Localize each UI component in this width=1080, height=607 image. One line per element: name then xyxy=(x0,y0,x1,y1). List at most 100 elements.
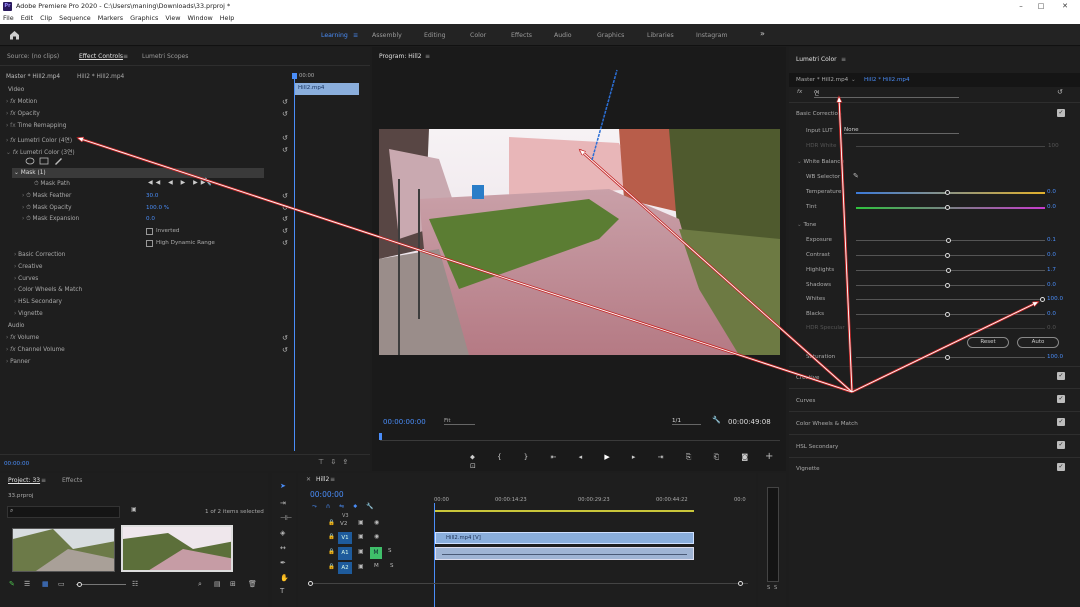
playhead-handle[interactable] xyxy=(292,73,297,79)
vignette-header[interactable]: Vignette xyxy=(796,466,820,472)
input-lut-dropdown[interactable]: None xyxy=(844,127,959,134)
lumetri-master[interactable]: Master * Hill2.mp4 xyxy=(796,77,848,83)
tab-project[interactable]: Project: 33 xyxy=(8,477,40,484)
saturation-slider[interactable] xyxy=(856,357,1045,358)
type-icon[interactable]: T xyxy=(280,587,284,595)
zoom-slider[interactable] xyxy=(76,584,126,585)
timeline-tools[interactable]: ⤳∩⇋⬥🔧 xyxy=(312,503,383,511)
reset-icon[interactable]: ↺ xyxy=(282,334,288,342)
sync-lock-icon[interactable]: ▣ xyxy=(358,533,364,540)
workspace-assembly[interactable]: Assembly xyxy=(372,32,402,39)
maximize-icon[interactable]: □ xyxy=(1030,0,1052,12)
blacks-value[interactable]: 0.0 xyxy=(1047,311,1056,317)
basic-correction-header[interactable]: Basic Correction xyxy=(796,111,842,117)
mask-row[interactable] xyxy=(12,168,264,178)
menu-file[interactable]: File xyxy=(3,14,14,22)
sync-lock-icon[interactable]: ▣ xyxy=(358,519,364,526)
sequence-tab[interactable]: Hill2 xyxy=(316,476,329,483)
lock-icon[interactable]: 🔒 xyxy=(328,549,335,555)
tint-value[interactable]: 0.0 xyxy=(1047,204,1056,210)
menu-sequence[interactable]: Sequence xyxy=(59,14,91,22)
panel-menu-icon[interactable]: ≡ xyxy=(425,53,430,60)
saturation-value[interactable]: 100.0 xyxy=(1047,354,1063,360)
solo-button[interactable]: S xyxy=(390,563,394,569)
fx-time-remapping[interactable]: Time Remapping xyxy=(18,123,67,129)
video-frame[interactable] xyxy=(379,129,780,355)
close-icon[interactable]: ✕ xyxy=(1054,0,1076,12)
clip-label[interactable]: Hill2 * Hill2.mp4 xyxy=(77,74,124,80)
fx-volume[interactable]: Volume xyxy=(18,335,40,341)
ec-color-wheels[interactable]: Color Wheels & Match xyxy=(18,287,82,293)
workspace-libraries[interactable]: Libraries xyxy=(647,32,674,39)
track-a2-label[interactable]: A2 xyxy=(338,562,352,574)
ec-hsl-secondary[interactable]: HSL Secondary xyxy=(18,299,62,305)
pen-icon[interactable]: ✎ xyxy=(9,580,15,588)
eye-icon[interactable]: ◉ xyxy=(374,519,379,526)
exposure-knob[interactable] xyxy=(946,238,951,243)
panel-menu-icon[interactable]: ≡ xyxy=(330,476,335,483)
creative-checkbox[interactable]: ✓ xyxy=(1057,372,1065,380)
tab-effects[interactable]: Effects xyxy=(62,477,82,484)
hsl-secondary-checkbox[interactable]: ✓ xyxy=(1057,441,1065,449)
timeline-timecode[interactable]: 00:00:00 xyxy=(310,490,344,499)
transport-controls[interactable]: ⬥ { } ⇤ ◂ ▶ ▸ ⇥ ⎘ ⎗ ◙ ⊡ xyxy=(470,453,786,470)
eyedropper-icon[interactable]: ✎ xyxy=(853,172,859,180)
bin-icon[interactable]: ▤ xyxy=(214,580,221,588)
master-clip-label[interactable]: Master * Hill2.mp4 xyxy=(6,74,60,80)
mask-feather-value[interactable]: 30.0 xyxy=(146,193,158,199)
audio-clip[interactable] xyxy=(435,547,694,560)
blacks-slider[interactable] xyxy=(856,314,1045,315)
track-v2-label[interactable]: V2 xyxy=(340,521,347,527)
reset-icon[interactable]: ↺ xyxy=(282,204,288,212)
whites-knob[interactable] xyxy=(1040,297,1045,302)
vignette-checkbox[interactable]: ✓ xyxy=(1057,463,1065,471)
ec-creative[interactable]: Creative xyxy=(18,264,42,270)
workspace-graphics[interactable]: Graphics xyxy=(597,32,624,39)
video-clip[interactable]: Hill2.mp4 [V] xyxy=(435,532,694,544)
menu-icon[interactable]: ≡ xyxy=(353,32,358,39)
saturation-knob[interactable] xyxy=(945,355,950,360)
panel-menu-icon[interactable]: ≡ xyxy=(123,53,128,60)
tab-effect-controls[interactable]: Effect Controls xyxy=(79,53,123,60)
project-search-input[interactable] xyxy=(7,506,120,518)
clip-bar[interactable]: Hill2.mp4 xyxy=(295,83,359,95)
tone-label[interactable]: Tone xyxy=(803,222,816,228)
curves-header[interactable]: Curves xyxy=(796,398,815,404)
trash-icon[interactable]: 🗑 xyxy=(248,580,257,588)
menu-markers[interactable]: Markers xyxy=(98,14,123,22)
highlights-knob[interactable] xyxy=(946,268,951,273)
highlights-value[interactable]: 1.7 xyxy=(1047,267,1056,273)
workspace-editing[interactable]: Editing xyxy=(424,32,446,39)
lumetri-clip[interactable]: Hill2 * Hill2.mp4 xyxy=(864,77,910,83)
shadows-slider[interactable] xyxy=(856,285,1045,286)
home-icon[interactable] xyxy=(9,30,20,40)
minimize-icon[interactable]: – xyxy=(1010,0,1032,12)
fx-motion[interactable]: Motion xyxy=(18,99,38,105)
play-icon[interactable]: ▶ xyxy=(604,453,619,461)
close-icon[interactable]: ✕ xyxy=(306,476,311,483)
timeline-scrollbar[interactable] xyxy=(308,583,748,584)
whites-value[interactable]: 100.0 xyxy=(1047,296,1063,302)
resolution-dropdown[interactable]: 1/1 xyxy=(672,418,702,425)
reset-icon[interactable]: ↺ xyxy=(282,134,288,142)
menu-help[interactable]: Help xyxy=(220,14,235,22)
auto-button[interactable]: Auto xyxy=(1017,337,1059,348)
tint-knob[interactable] xyxy=(945,205,950,210)
eye-icon[interactable]: ◉ xyxy=(374,533,379,540)
program-playhead[interactable] xyxy=(379,433,382,440)
shadows-value[interactable]: 0.0 xyxy=(1047,282,1056,288)
panel-menu-icon[interactable]: ≡ xyxy=(41,477,46,484)
contrast-value[interactable]: 0.0 xyxy=(1047,252,1056,258)
workspace-instagram[interactable]: Instagram xyxy=(696,32,727,39)
reset-icon[interactable]: ↺ xyxy=(282,227,288,235)
playhead-line[interactable] xyxy=(294,73,295,451)
scroll-handle-right[interactable] xyxy=(738,581,743,586)
fx-opacity[interactable]: Opacity xyxy=(18,111,40,117)
razor-icon[interactable]: ◈ xyxy=(280,529,285,537)
mask-expansion-value[interactable]: 0.0 xyxy=(146,216,155,222)
menu-window[interactable]: Window xyxy=(188,14,213,22)
creative-header[interactable]: Creative xyxy=(796,375,819,381)
hand-icon[interactable]: ✋ xyxy=(280,574,289,582)
clip-thumbnail[interactable] xyxy=(12,528,115,572)
filter-icon[interactable]: ⊤ ⇩ ⇪ xyxy=(318,458,350,466)
